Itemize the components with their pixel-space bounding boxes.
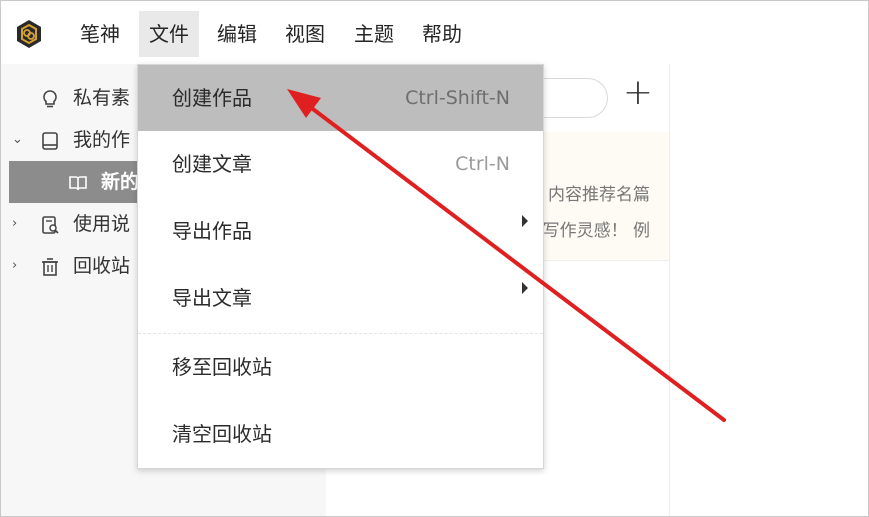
submenu-arrow-icon [522,282,528,294]
menu-bishen[interactable]: 笔神 [69,11,131,57]
book-icon [42,132,58,150]
lightbulb-icon [43,90,57,108]
sidebar-item-label: 回收站 [73,255,131,277]
menu-item-label: 导出文章 [172,286,252,310]
open-book-icon [69,176,87,191]
menubar: 笔神 文件 编辑 视图 主题 帮助 [1,1,868,64]
sidebar-item-label: 使用说 [73,213,131,235]
shortcut-label: Ctrl-Shift-N [405,87,510,109]
menu-item-label: 导出作品 [172,219,252,243]
menu-file[interactable]: 文件 [139,11,199,57]
trash-icon [42,258,58,276]
chevron-down-icon[interactable]: ⌄ [12,119,24,161]
hexagon-logo-icon[interactable] [14,19,44,49]
menu-item-create-article[interactable]: 创建文章 Ctrl-N [138,131,543,197]
menu-item-export-work[interactable]: 导出作品 [138,198,543,264]
menu-help[interactable]: 帮助 [411,11,473,57]
sidebar-item-label: 我的作 [73,129,131,151]
submenu-arrow-icon [522,215,528,227]
menu-item-export-article[interactable]: 导出文章 [138,265,543,331]
shortcut-label: Ctrl-N [455,153,510,175]
menu-item-label: 创建作品 [172,86,252,110]
add-button[interactable]: + [622,75,654,111]
chevron-right-icon[interactable]: › [12,203,24,245]
sidebar-item-label: 私有素 [73,87,131,109]
menu-item-empty-trash[interactable]: 清空回收站 [138,401,543,467]
menu-item-create-work[interactable]: 创建作品 Ctrl-Shift-N [138,65,543,131]
menu-edit[interactable]: 编辑 [207,11,267,57]
file-menu-dropdown: 创建作品 Ctrl-Shift-N 创建文章 Ctrl-N 导出作品 导出文章 … [137,64,544,469]
chevron-right-icon[interactable]: › [12,245,24,287]
hint-line: 写作灵感！ 例 [542,221,650,241]
menu-item-label: 移至回收站 [172,355,272,379]
menu-item-label: 清空回收站 [172,422,272,446]
document-search-icon [42,216,59,234]
menu-item-label: 创建文章 [172,152,252,176]
menu-item-move-to-trash[interactable]: 移至回收站 [138,334,543,400]
sidebar-item-label: 新的 [101,171,140,193]
app-window: 笔神 文件 编辑 视图 主题 帮助 私有素 ⌄ 我的作 新的 › 使用说 › 回… [0,0,869,517]
hint-line: 内容推荐名篇 [548,185,650,205]
menu-view[interactable]: 视图 [275,11,335,57]
menu-theme[interactable]: 主题 [343,11,405,57]
